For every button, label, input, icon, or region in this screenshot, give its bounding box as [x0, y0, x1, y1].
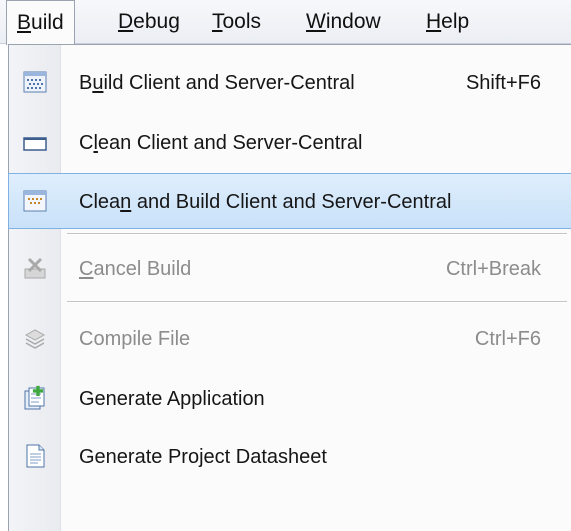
cancel-build-icon: [22, 255, 48, 281]
generate-datasheet-icon: [22, 443, 48, 469]
menu-debug[interactable]: Debug: [118, 0, 180, 44]
menu-build[interactable]: Build: [6, 0, 75, 45]
menu-item-label: Clean and Build Client and Server-Centra…: [79, 191, 452, 213]
clean-icon: [22, 129, 48, 155]
generate-application-icon: [22, 385, 48, 411]
menu-item-label: Clean Client and Server-Central: [79, 132, 363, 154]
menu-item-label: Generate Project Datasheet: [79, 446, 327, 468]
menu-item-label: Build Client and Server-Central: [79, 72, 355, 94]
menu-item-shortcut: Ctrl+Break: [445, 258, 541, 280]
menu-item-generate-project-datasheet[interactable]: Generate Project Datasheet: [9, 429, 571, 485]
menu-item-label: Generate Application: [79, 388, 265, 410]
menu-item-shortcut: Shift+F6: [465, 72, 541, 94]
menu-tools[interactable]: Tools: [212, 0, 261, 44]
build-icon: [22, 69, 48, 95]
menu-item-cancel-build[interactable]: Cancel Build Ctrl+Break: [9, 241, 571, 297]
menu-help[interactable]: Help: [426, 0, 469, 44]
clean-build-icon: [22, 188, 48, 214]
menu-separator: [67, 233, 567, 235]
build-menu-dropdown: Build Client and Server-Central Shift+F6…: [8, 44, 571, 531]
menu-item-generate-application[interactable]: Generate Application: [9, 371, 571, 427]
menu-bar: Build Debug Tools Window Help: [0, 0, 571, 45]
compile-file-icon: [22, 325, 48, 351]
menu-item-clean-and-build[interactable]: Clean and Build Client and Server-Centra…: [8, 173, 571, 229]
menu-item-label: Compile File: [79, 328, 191, 350]
menu-item-compile-file[interactable]: Compile File Ctrl+F6: [9, 311, 571, 367]
menu-item-label: Cancel Build: [79, 258, 192, 280]
menu-separator: [67, 301, 567, 303]
menu-item-shortcut: Ctrl+F6: [474, 328, 541, 350]
menu-item-build-client-server[interactable]: Build Client and Server-Central Shift+F6: [9, 55, 571, 111]
menu-window[interactable]: Window: [306, 0, 381, 44]
menu-item-clean-client-server[interactable]: Clean Client and Server-Central: [9, 115, 571, 171]
